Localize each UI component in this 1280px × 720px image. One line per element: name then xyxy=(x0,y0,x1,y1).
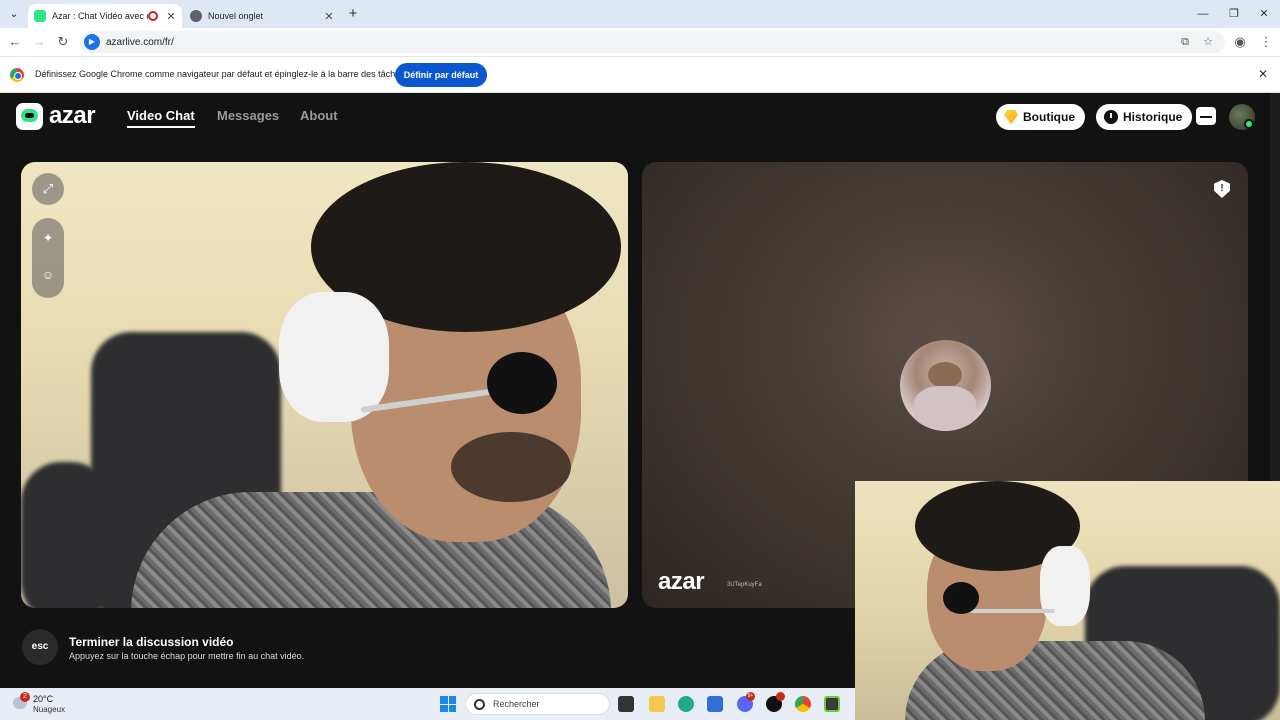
minimize-window-icon[interactable]: — xyxy=(1193,6,1213,22)
beard-shape xyxy=(451,432,571,502)
shop-label: Boutique xyxy=(1023,110,1075,124)
expand-icon[interactable]: ⤢ xyxy=(32,173,64,205)
face-filter-icon[interactable]: ☺ xyxy=(32,265,64,285)
online-status-dot xyxy=(1244,119,1254,129)
search-icon xyxy=(474,698,485,710)
new-tab-plus-icon[interactable]: + xyxy=(344,6,362,22)
inbox-icon[interactable] xyxy=(1196,107,1216,125)
azar-watermark: azar xyxy=(658,568,705,595)
chair-shape xyxy=(21,462,111,608)
effects-toolbar: ✦ ☺ xyxy=(32,218,64,298)
close-tab-icon[interactable]: ✕ xyxy=(322,10,336,23)
reload-icon[interactable]: ↻ xyxy=(54,33,72,51)
close-infobar-icon[interactable]: ✕ xyxy=(1256,67,1270,81)
azar-favicon-icon xyxy=(34,10,46,22)
mic-foam-shape xyxy=(487,352,557,414)
file-explorer-icon[interactable] xyxy=(649,696,665,712)
back-arrow-icon[interactable]: ← xyxy=(6,33,24,51)
bookmark-star-icon[interactable]: ☆ xyxy=(1200,34,1216,50)
tab-new-tab[interactable]: Nouvel onglet ✕ xyxy=(184,4,340,28)
azar-logo-icon[interactable] xyxy=(16,103,43,130)
forward-arrow-icon[interactable]: → xyxy=(30,33,48,51)
browser-tab-strip: ⌄ Azar : Chat Vidéo avec de n ✕ Nouvel o… xyxy=(0,0,1280,28)
taskbar-search[interactable]: Rechercher xyxy=(465,693,610,715)
headset-shape xyxy=(1040,546,1090,626)
nav-video-chat[interactable]: Video Chat xyxy=(127,108,195,128)
address-bar[interactable]: ▶ azarlive.com/fr/ ⧉ ☆ xyxy=(80,31,1225,53)
webcam-overlay xyxy=(855,481,1280,720)
search-placeholder: Rechercher xyxy=(493,699,540,709)
mic-foam-shape xyxy=(943,582,979,614)
magic-wand-icon[interactable]: ✦ xyxy=(32,228,64,248)
report-icon[interactable]: ! xyxy=(1214,180,1230,198)
install-app-icon[interactable]: ⧉ xyxy=(1177,34,1193,50)
profile-icon[interactable]: ◉ xyxy=(1231,33,1249,51)
nav-messages[interactable]: Messages xyxy=(217,108,279,123)
task-view-icon[interactable] xyxy=(618,696,634,712)
windows-start-icon[interactable] xyxy=(440,696,456,712)
weather-condition: Nuageux xyxy=(33,705,66,714)
end-chat-subtitle: Appuyez sur la touche échap pour mettre … xyxy=(69,651,305,661)
chrome-taskbar-icon[interactable] xyxy=(795,696,811,712)
gem-icon xyxy=(1004,110,1018,124)
partner-avatar xyxy=(900,340,991,431)
shop-button[interactable]: Boutique xyxy=(996,104,1085,130)
site-info-icon[interactable]: ▶ xyxy=(84,34,100,50)
chrome-globe-icon xyxy=(190,10,202,22)
media-app-icon[interactable] xyxy=(824,696,840,712)
azar-logo-text[interactable]: azar xyxy=(49,102,96,130)
headset-shape xyxy=(279,292,389,422)
esc-key-badge[interactable]: esc xyxy=(22,629,58,665)
weather-badge: 2 xyxy=(20,692,30,702)
recording-indicator-icon xyxy=(148,11,158,21)
chrome-logo-icon xyxy=(10,68,24,82)
close-tab-icon[interactable]: ✕ xyxy=(164,10,178,23)
history-label: Historique xyxy=(1123,110,1183,124)
store-icon[interactable] xyxy=(707,696,723,712)
chrome-menu-kebab-icon[interactable]: ⋮ xyxy=(1257,33,1275,51)
tab-title: Azar : Chat Vidéo avec de n xyxy=(52,11,148,21)
tab-azar[interactable]: Azar : Chat Vidéo avec de n ✕ xyxy=(28,4,182,28)
temperature: 20°C xyxy=(33,694,54,704)
tab-title: Nouvel onglet xyxy=(208,11,264,21)
infobar-message: Définissez Google Chrome comme navigateu… xyxy=(35,69,405,79)
discord-badge: 9+ xyxy=(746,692,755,701)
set-default-button[interactable]: Définir par défaut xyxy=(395,63,487,87)
tab-search-chevron-icon[interactable]: ⌄ xyxy=(5,5,23,23)
restore-window-icon[interactable]: ❐ xyxy=(1224,6,1244,22)
local-video: ⤢ ✦ ☺ xyxy=(21,162,628,608)
notification-dot xyxy=(776,692,785,701)
edge-icon[interactable] xyxy=(678,696,694,712)
browser-toolbar: ← → ↻ ▶ azarlive.com/fr/ ⧉ ☆ ◉ ⋮ xyxy=(0,28,1280,57)
mic-arm-shape xyxy=(970,609,1055,613)
default-browser-infobar: Définissez Google Chrome comme navigateu… xyxy=(0,57,1280,93)
partner-id: 3UTepKuyFa xyxy=(727,582,762,588)
url-text: azarlive.com/fr/ xyxy=(106,36,174,48)
nav-about[interactable]: About xyxy=(300,108,338,123)
end-chat-title: Terminer la discussion vidéo xyxy=(69,635,234,649)
clock-icon xyxy=(1104,110,1118,124)
close-window-icon[interactable]: ✕ xyxy=(1254,6,1274,22)
history-button[interactable]: Historique xyxy=(1096,104,1193,130)
